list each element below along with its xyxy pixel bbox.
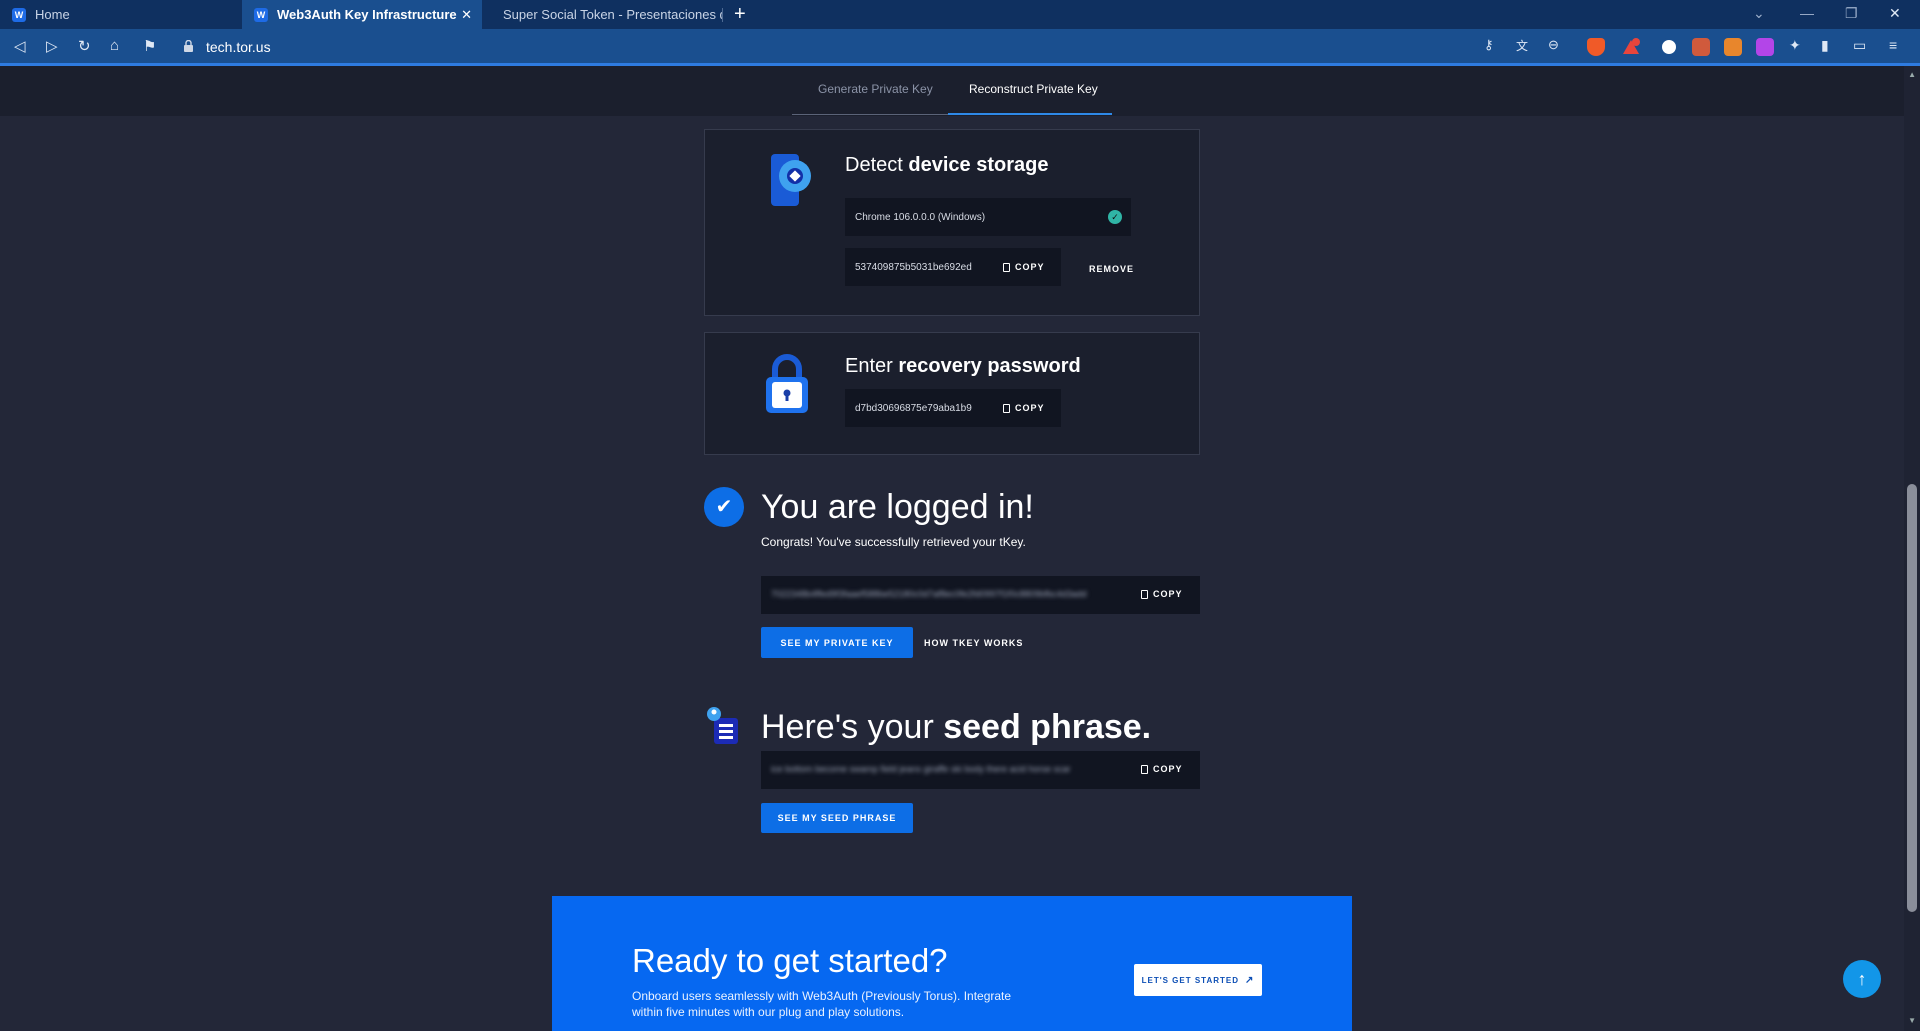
device-select[interactable]: Chrome 106.0.0.0 (Windows) bbox=[845, 198, 1131, 236]
lets-get-started-button[interactable]: LET'S GET STARTED ↗ bbox=[1134, 964, 1262, 996]
window-close-icon[interactable]: ✕ bbox=[1889, 5, 1901, 22]
scroll-to-top-button[interactable]: ↑ bbox=[1843, 960, 1881, 998]
key-icon[interactable]: ⚷ bbox=[1484, 37, 1494, 53]
back-icon[interactable]: ◁ bbox=[14, 37, 26, 55]
new-tab-button[interactable]: + bbox=[734, 3, 746, 26]
tab-underline-active bbox=[948, 113, 1112, 115]
title-bold: device storage bbox=[908, 154, 1049, 176]
title-prefix: Detect bbox=[845, 154, 903, 176]
get-started-banner: Ready to get started? Onboard users seam… bbox=[552, 896, 1352, 1031]
seed-phrase-title: Here's your seed phrase. bbox=[761, 708, 1151, 747]
scrollbar-thumb[interactable] bbox=[1907, 484, 1917, 912]
address-toolbar: ◁ ▷ ↻ ⌂ ⚑ tech.tor.us ⚷ 文 ⊖ ✦ ▮ ▭ ≡ bbox=[0, 29, 1920, 66]
seed-phrase-icon bbox=[707, 707, 738, 744]
web3auth-favicon-icon: W bbox=[12, 7, 26, 22]
lock-icon bbox=[184, 40, 193, 52]
copy-seed-phrase-button[interactable]: COPY bbox=[1141, 764, 1183, 774]
tab-label: Home bbox=[35, 7, 70, 22]
logged-in-check-icon: ✔ bbox=[704, 487, 744, 527]
copy-label: COPY bbox=[1153, 589, 1183, 599]
recovery-password-card: Enter recovery password d7bd30696875e79a… bbox=[704, 332, 1200, 455]
device-name: Chrome 106.0.0.0 (Windows) bbox=[855, 211, 986, 223]
title-prefix: Enter bbox=[845, 355, 893, 377]
tab-slides[interactable]: Super Social Token - Presentaciones d bbox=[482, 0, 722, 29]
tab-web3auth[interactable]: W Web3Auth Key Infrastructure ✕ bbox=[242, 0, 482, 29]
password-share-value: d7bd30696875e79aba1b9 bbox=[855, 402, 972, 414]
menu-icon[interactable]: ≡ bbox=[1889, 37, 1897, 53]
seed-phrase-value: ice bottom become swamp field jeans gira… bbox=[771, 764, 1071, 774]
translate-icon[interactable]: 文 bbox=[1516, 37, 1528, 54]
close-tab-icon[interactable]: ✕ bbox=[461, 7, 472, 23]
extension-r-icon[interactable] bbox=[1660, 38, 1678, 56]
cta-title: Ready to get started? bbox=[632, 942, 948, 979]
tab-generate-private-key[interactable]: Generate Private Key bbox=[818, 82, 933, 96]
copy-label: COPY bbox=[1153, 764, 1183, 774]
zoom-icon[interactable]: ⊖ bbox=[1548, 37, 1559, 53]
tab-reconstruct-private-key[interactable]: Reconstruct Private Key bbox=[969, 82, 1098, 96]
tab-separator bbox=[722, 8, 723, 22]
url-field[interactable]: tech.tor.us bbox=[206, 39, 271, 55]
copy-label: COPY bbox=[1015, 262, 1045, 272]
device-share-value: 537409875b5031be692ed bbox=[855, 261, 972, 273]
tab-underline bbox=[792, 114, 948, 115]
logged-in-title: You are logged in! bbox=[761, 488, 1034, 526]
web3auth-favicon-icon: W bbox=[254, 7, 268, 22]
minimize-icon[interactable]: — bbox=[1800, 5, 1814, 21]
copy-private-key-button[interactable]: COPY bbox=[1141, 589, 1183, 599]
reload-icon[interactable]: ↻ bbox=[78, 37, 91, 55]
arrow-up-right-icon: ↗ bbox=[1245, 974, 1255, 986]
forward-icon[interactable]: ▷ bbox=[46, 37, 58, 55]
scroll-up-arrow-icon[interactable]: ▲ bbox=[1908, 70, 1916, 79]
logged-in-subtitle: Congrats! You've successfully retrieved … bbox=[761, 535, 1026, 549]
extension-purple-icon[interactable] bbox=[1756, 38, 1774, 56]
home-icon[interactable]: ⌂ bbox=[110, 37, 119, 54]
restore-icon[interactable]: ❐ bbox=[1845, 5, 1858, 22]
private-key-value: 7022348b4ffed9f3faaef588be52180c0d7af8ec… bbox=[771, 589, 1087, 599]
bookmark-icon[interactable]: ⚑ bbox=[143, 37, 156, 55]
title-bold: recovery password bbox=[898, 355, 1081, 377]
brave-shield-icon[interactable] bbox=[1587, 38, 1605, 56]
scroll-down-arrow-icon[interactable]: ▼ bbox=[1908, 1016, 1916, 1025]
wallet-icon[interactable]: ▭ bbox=[1853, 37, 1866, 54]
check-circle-icon: ✓ bbox=[1108, 210, 1122, 224]
tab-home[interactable]: W Home bbox=[0, 0, 242, 29]
private-key-field[interactable]: 7022348b4ffed9f3faaef588be52180c0d7af8ec… bbox=[761, 576, 1200, 614]
extensions-puzzle-icon[interactable]: ✦ bbox=[1789, 37, 1801, 54]
see-private-key-button[interactable]: SEE MY PRIVATE KEY bbox=[761, 627, 913, 658]
title-prefix: Here's your bbox=[761, 708, 934, 746]
browser-tab-bar: W Home W Web3Auth Key Infrastructure ✕ S… bbox=[0, 0, 1920, 29]
copy-device-share-button[interactable]: COPY bbox=[1003, 262, 1045, 272]
key-mode-tabs: Generate Private Key Reconstruct Private… bbox=[0, 66, 1904, 116]
remove-device-button[interactable]: REMOVE bbox=[1089, 264, 1134, 274]
tab-label: Web3Auth Key Infrastructure bbox=[277, 7, 457, 22]
tab-search-icon[interactable]: ⌄ bbox=[1753, 5, 1765, 22]
seed-phrase-field[interactable]: ice bottom become swamp field jeans gira… bbox=[761, 751, 1200, 789]
cta-text: Onboard users seamlessly with Web3Auth (… bbox=[632, 989, 1012, 1019]
device-storage-title: Detect device storage bbox=[845, 154, 1048, 177]
copy-icon bbox=[1003, 403, 1010, 413]
extension-game-icon[interactable] bbox=[1692, 38, 1710, 56]
metamask-icon[interactable] bbox=[1724, 38, 1742, 56]
cta-button-label: LET'S GET STARTED bbox=[1141, 975, 1240, 985]
brave-rewards-icon[interactable] bbox=[1622, 38, 1640, 56]
copy-label: COPY bbox=[1015, 403, 1045, 413]
tab-label: Super Social Token - Presentaciones d bbox=[503, 7, 722, 22]
copy-icon bbox=[1141, 764, 1148, 774]
copy-icon bbox=[1141, 589, 1148, 599]
see-seed-phrase-button[interactable]: SEE MY SEED PHRASE bbox=[761, 803, 913, 833]
how-tkey-works-link[interactable]: HOW TKEY WORKS bbox=[924, 638, 1023, 648]
device-storage-icon bbox=[771, 154, 811, 206]
copy-icon bbox=[1003, 262, 1010, 272]
recovery-password-title: Enter recovery password bbox=[845, 355, 1081, 378]
title-bold: seed phrase. bbox=[943, 708, 1152, 746]
padlock-icon bbox=[766, 354, 808, 413]
copy-password-share-button[interactable]: COPY bbox=[1003, 403, 1045, 413]
sidebar-icon[interactable]: ▮ bbox=[1821, 37, 1829, 54]
device-storage-card: Detect device storage Chrome 106.0.0.0 (… bbox=[704, 129, 1200, 316]
